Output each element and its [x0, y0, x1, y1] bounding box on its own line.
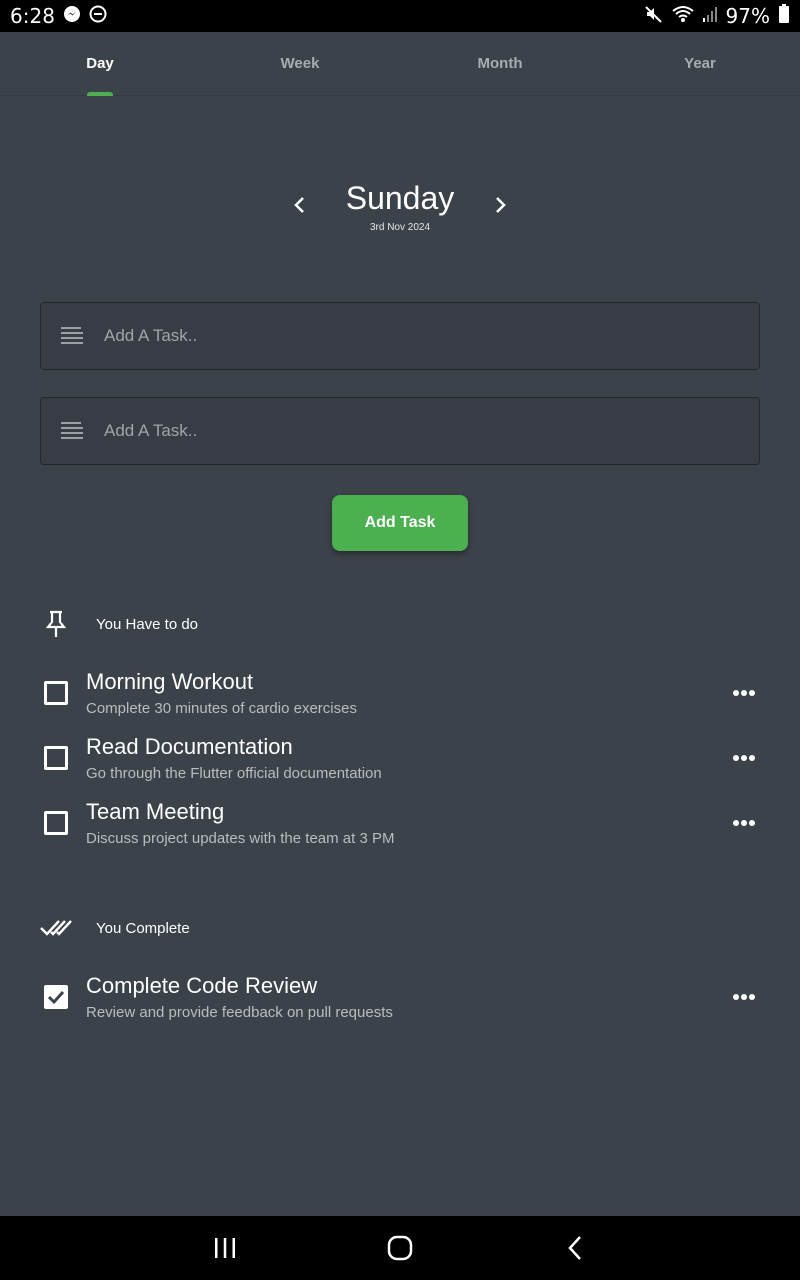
battery-icon — [778, 3, 790, 29]
task-title: Read Documentation — [86, 734, 293, 759]
complete-section-header: You Complete — [40, 912, 440, 944]
chevron-left-icon — [294, 197, 304, 213]
task-description: Go through the Flutter official document… — [86, 765, 382, 782]
task-description-input[interactable] — [104, 421, 704, 441]
todo-section-label: You Have to do — [96, 615, 199, 633]
next-day-button[interactable] — [485, 190, 515, 220]
wifi-icon — [671, 4, 694, 29]
system-navigation-bar — [0, 1216, 800, 1280]
more-horizontal-icon — [733, 994, 755, 1000]
status-bar: 6:28 97% — [0, 0, 800, 32]
task-more-button[interactable] — [728, 744, 760, 772]
task-title-input[interactable] — [104, 326, 704, 346]
back-button[interactable] — [488, 1216, 663, 1280]
battery-percent: 97% — [725, 4, 770, 28]
tab-week[interactable]: Week — [200, 32, 400, 95]
pin-icon — [40, 608, 72, 640]
task-checkbox[interactable] — [44, 811, 68, 835]
signal-icon — [702, 5, 718, 28]
task-item[interactable]: Morning Workout Complete 30 minutes of c… — [40, 669, 760, 729]
notes-icon — [61, 422, 83, 439]
notes-icon — [61, 327, 83, 344]
tab-label: Month — [477, 55, 523, 72]
done-all-icon — [40, 912, 72, 944]
task-title-field — [40, 302, 760, 370]
task-more-button[interactable] — [728, 983, 760, 1011]
task-description: Review and provide feedback on pull requ… — [86, 1004, 393, 1021]
recent-apps-button[interactable] — [138, 1216, 313, 1280]
mute-icon — [644, 4, 664, 29]
tab-year[interactable]: Year — [600, 32, 800, 95]
task-title: Team Meeting — [86, 799, 225, 824]
tab-label: Week — [280, 55, 320, 72]
task-title: Morning Workout — [86, 669, 254, 694]
task-checkbox[interactable] — [44, 746, 68, 770]
task-item[interactable]: Read Documentation Go through the Flutte… — [40, 734, 760, 794]
task-description: Discuss project updates with the team at… — [86, 830, 395, 847]
home-button[interactable] — [313, 1216, 488, 1280]
check-icon — [47, 990, 65, 1005]
task-description-field — [40, 397, 760, 465]
tab-label: Day — [86, 55, 114, 72]
day-header: Sunday 3rd Nov 2024 — [0, 176, 800, 246]
task-more-button[interactable] — [728, 679, 760, 707]
task-item[interactable]: Team Meeting Discuss project updates wit… — [40, 799, 760, 859]
tab-month[interactable]: Month — [400, 32, 600, 95]
back-icon — [568, 1236, 581, 1260]
do-not-disturb-icon — [89, 5, 107, 28]
status-time: 6:28 — [10, 4, 55, 28]
tab-day[interactable]: Day — [0, 32, 200, 96]
todo-section-header: You Have to do — [40, 608, 440, 640]
chevron-right-icon — [496, 197, 506, 213]
day-date: 3rd Nov 2024 — [369, 222, 431, 233]
task-item[interactable]: Complete Code Review Review and provide … — [40, 973, 760, 1033]
period-tabs: Day Week Month Year — [0, 32, 800, 96]
home-icon — [387, 1235, 413, 1261]
add-task-button[interactable]: Add Task — [332, 495, 468, 551]
previous-day-button[interactable] — [285, 190, 315, 220]
recent-apps-icon — [215, 1238, 235, 1258]
complete-section-label: You Complete — [96, 919, 190, 937]
tab-label: Year — [684, 55, 716, 72]
day-name: Sunday — [345, 180, 455, 216]
task-description: Complete 30 minutes of cardio exercises — [86, 700, 357, 717]
task-title: Complete Code Review — [86, 973, 318, 998]
task-checkbox[interactable] — [44, 681, 68, 705]
task-checkbox-checked[interactable] — [44, 985, 68, 1009]
tab-active-indicator — [87, 92, 113, 96]
more-horizontal-icon — [733, 690, 755, 696]
more-horizontal-icon — [733, 755, 755, 761]
more-horizontal-icon — [733, 820, 755, 826]
messenger-icon — [63, 5, 81, 28]
task-more-button[interactable] — [728, 809, 760, 837]
